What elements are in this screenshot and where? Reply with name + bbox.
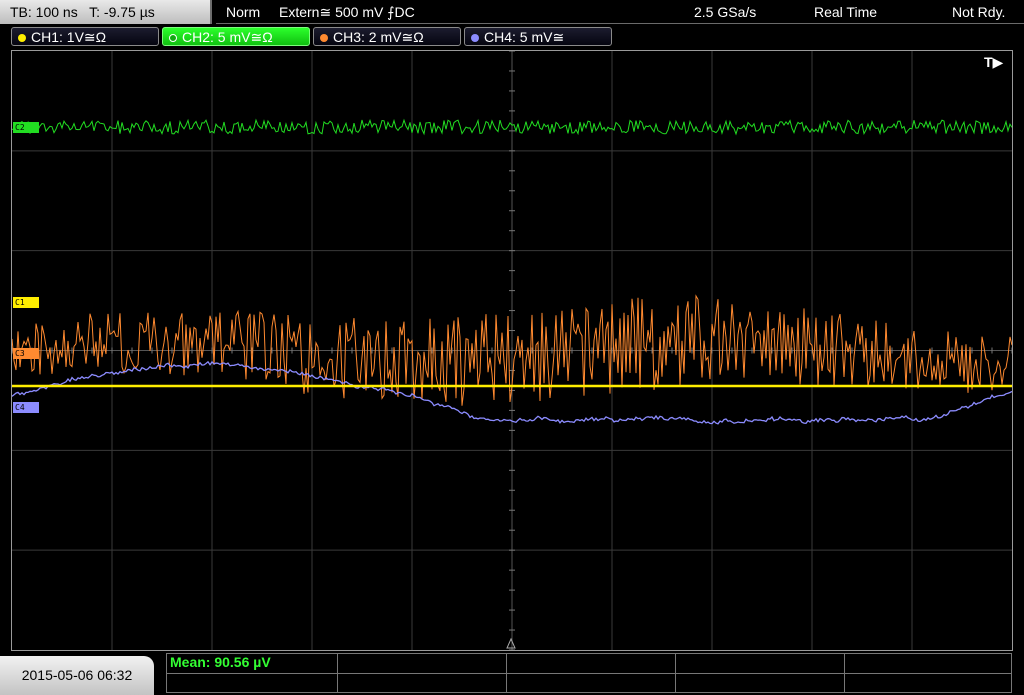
screen-frame — [11, 50, 1013, 651]
channel-4-marker[interactable]: C4 — [13, 402, 39, 413]
measurement-col-divider — [844, 654, 845, 692]
channel-2-marker[interactable]: C2 — [13, 122, 39, 133]
measurement-table[interactable] — [166, 653, 1012, 693]
channel-1-marker[interactable]: C1 — [13, 297, 39, 308]
measurement-col-divider — [337, 654, 338, 692]
date-time: 2015-05-06 06:32 — [0, 656, 154, 695]
channel-3-marker[interactable]: C3 — [13, 348, 39, 359]
measurement-col-divider — [506, 654, 507, 692]
measurement-row-divider — [167, 673, 1011, 674]
trigger-level-icon[interactable]: T▶ — [984, 54, 1003, 71]
mean-measurement: Mean: 90.56 µV — [170, 654, 271, 670]
measurement-col-divider — [675, 654, 676, 692]
